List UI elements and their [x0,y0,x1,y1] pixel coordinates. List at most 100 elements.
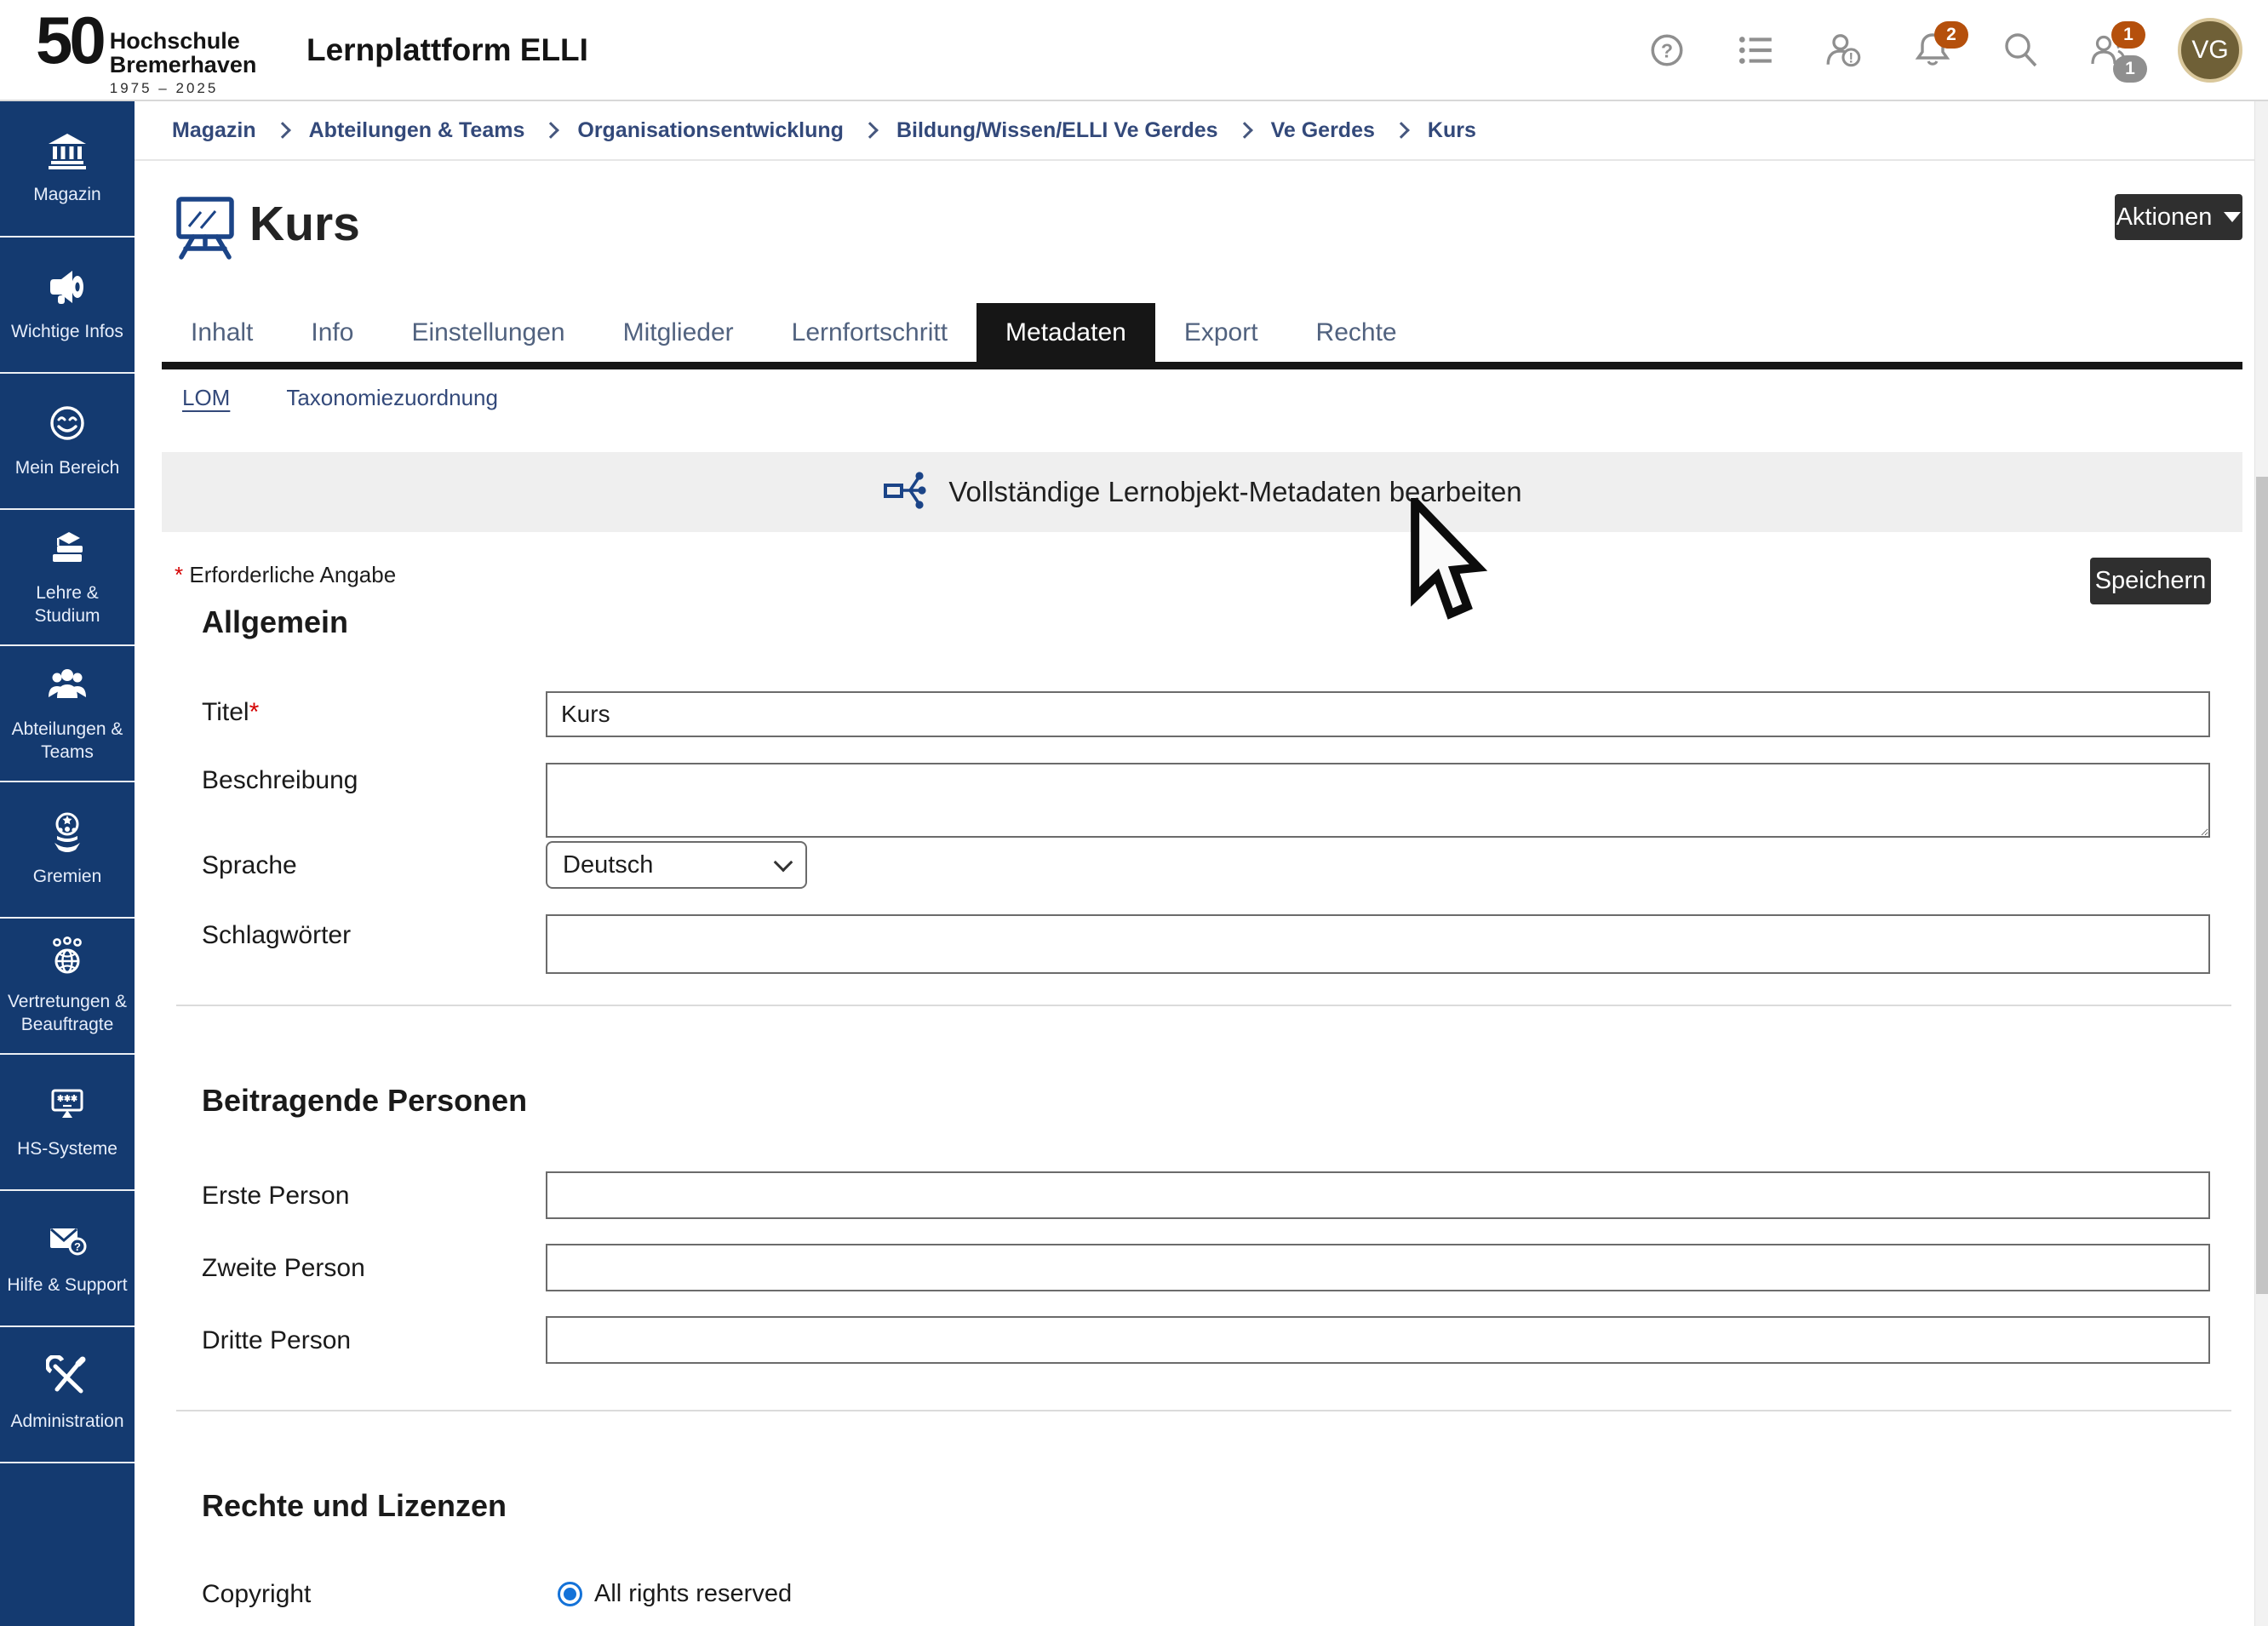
chevron-right-icon [542,122,559,139]
list-icon[interactable] [1735,30,1776,71]
top-header-bar: 50 Hochschule Bremerhaven 1975 – 2025 Le… [0,0,2268,101]
people-group-icon [46,663,89,710]
svg-text:?: ? [74,1240,81,1253]
tab-export[interactable]: Export [1155,303,1287,362]
logo-line2: Bremerhaven [110,52,257,77]
titel-input[interactable] [546,691,2210,737]
globe-people-icon [46,936,89,982]
sidebar-item-vertretungen[interactable]: Vertretungen & Beauftragte [0,919,135,1055]
sprache-select[interactable]: Deutsch [546,841,807,889]
sidebar-item-magazin[interactable]: Magazin [0,101,135,238]
tools-icon [46,1355,89,1402]
schlagwoerter-label: Schlagwörter [202,921,351,950]
breadcrumb-item[interactable]: Magazin [172,118,256,143]
chevron-right-icon [1393,122,1410,139]
sprache-label: Sprache [202,851,297,880]
svg-text:!: ! [1849,49,1854,66]
tab-einstellungen[interactable]: Einstellungen [382,303,593,362]
breadcrumb-item[interactable]: Ve Gerdes [1271,118,1375,143]
sidebar-item-gremien[interactable]: Gremien [0,782,135,919]
tab-info[interactable]: Info [282,303,382,362]
bank-icon [46,130,89,175]
sidebar-item-hilfe-support[interactable]: ? Hilfe & Support [0,1191,135,1327]
required-note: * Erforderliche Angabe [175,562,396,588]
contacts-icon[interactable]: 1 1 [2089,30,2130,71]
tab-inhalt[interactable]: Inhalt [162,303,282,362]
smiley-icon [46,402,89,449]
sidebar-item-administration[interactable]: Administration [0,1327,135,1463]
copyright-option-row: All rights reserved [558,1580,792,1608]
logo-line1: Hochschule [110,28,240,54]
course-board-icon [174,194,237,265]
sidebar-item-abteilungen-teams[interactable]: Abteilungen & Teams [0,646,135,782]
sidebar-item-wichtige-infos[interactable]: Wichtige Infos [0,238,135,374]
tab-rechte[interactable]: Rechte [1287,303,1426,362]
edit-full-metadata-label: Vollständige Lernobjekt-Metadaten bearbe… [948,476,1521,508]
breadcrumb-item[interactable]: Organisationsentwicklung [577,118,844,143]
sidebar-item-lehre-studium[interactable]: Lehre & Studium [0,510,135,646]
contacts-badge-top: 1 [2111,21,2145,49]
help-icon[interactable]: ? [1647,30,1687,71]
dritte-person-label: Dritte Person [202,1326,351,1355]
main-sidebar: Magazin Wichtige Infos Mein Bereich Lehr… [0,101,135,1626]
scrollbar-thumb[interactable] [2256,477,2268,1294]
tab-bar: Inhalt Info Einstellungen Mitglieder Ler… [162,303,1426,362]
monitor-password-icon [46,1083,89,1130]
beschreibung-textarea[interactable] [546,763,2210,838]
subtab-taxonomiezuordnung[interactable]: Taxonomiezuordnung [286,385,498,411]
tab-mitglieder[interactable]: Mitglieder [594,303,763,362]
titel-label: Titel* [202,698,259,727]
speichern-button[interactable]: Speichern [2090,558,2211,604]
committee-icon [46,810,89,857]
erste-person-label: Erste Person [202,1182,349,1211]
tab-lernfortschritt[interactable]: Lernfortschritt [763,303,976,362]
required-marker: * [249,698,260,726]
tab-metadaten[interactable]: Metadaten [976,303,1155,362]
megaphone-icon [46,266,89,312]
breadcrumb: Magazin Abteilungen & Teams Organisation… [135,101,2254,161]
awareness-user-icon[interactable]: ! [1824,30,1864,71]
logo-50: 50 [36,9,103,72]
chevron-right-icon [274,122,291,139]
chevron-right-icon [862,122,879,139]
hochschule-bremerhaven-logo: 50 Hochschule Bremerhaven 1975 – 2025 [36,9,256,97]
user-avatar[interactable]: VG [2178,18,2242,83]
section-title-allgemein: Allgemein [202,604,348,640]
zweite-person-input[interactable] [546,1244,2210,1291]
section-divider [176,1005,2231,1006]
chevron-right-icon [1236,122,1253,139]
breadcrumb-item[interactable]: Bildung/Wissen/ELLI Ve Gerdes [896,118,1218,143]
books-cap-icon [46,527,89,574]
mail-question-icon: ? [46,1219,89,1266]
breadcrumb-item[interactable]: Kurs [1428,118,1476,143]
zweite-person-label: Zweite Person [202,1254,365,1283]
page-title: Kurs [249,196,360,252]
beschreibung-label: Beschreibung [202,766,358,795]
copyright-radio-selected[interactable] [558,1582,582,1606]
required-marker: * [175,562,183,587]
dritte-person-input[interactable] [546,1316,2210,1364]
section-divider [176,1410,2231,1411]
section-title-personen: Beitragende Personen [202,1083,527,1119]
notifications-bell-icon[interactable]: 2 [1912,30,1953,71]
subtab-lom[interactable]: LOM [182,385,230,411]
sidebar-item-hs-systeme[interactable]: HS-Systeme [0,1055,135,1191]
app-title: Lernplattform ELLI [306,32,588,68]
copyright-label: Copyright [202,1580,311,1609]
breadcrumb-item[interactable]: Abteilungen & Teams [309,118,525,143]
erste-person-input[interactable] [546,1171,2210,1219]
svg-text:?: ? [1661,39,1673,61]
search-icon[interactable] [2001,30,2042,71]
header-icon-row: ? ! 2 1 1 VG [1647,0,2242,100]
edit-full-metadata-link[interactable]: Vollständige Lernobjekt-Metadaten bearbe… [162,452,2242,532]
contacts-badge-bottom: 1 [2113,55,2147,83]
aktionen-button[interactable]: Aktionen [2115,194,2242,240]
sidebar-item-mein-bereich[interactable]: Mein Bereich [0,374,135,510]
schlagwoerter-input[interactable] [546,914,2210,974]
copyright-option-label: All rights reserved [594,1580,792,1608]
caret-down-icon [2224,212,2241,222]
logo-years: 1975 – 2025 [110,80,257,97]
notification-badge: 2 [1934,21,1968,49]
tab-underline-bar [162,362,2242,369]
share-hub-icon [882,468,926,517]
